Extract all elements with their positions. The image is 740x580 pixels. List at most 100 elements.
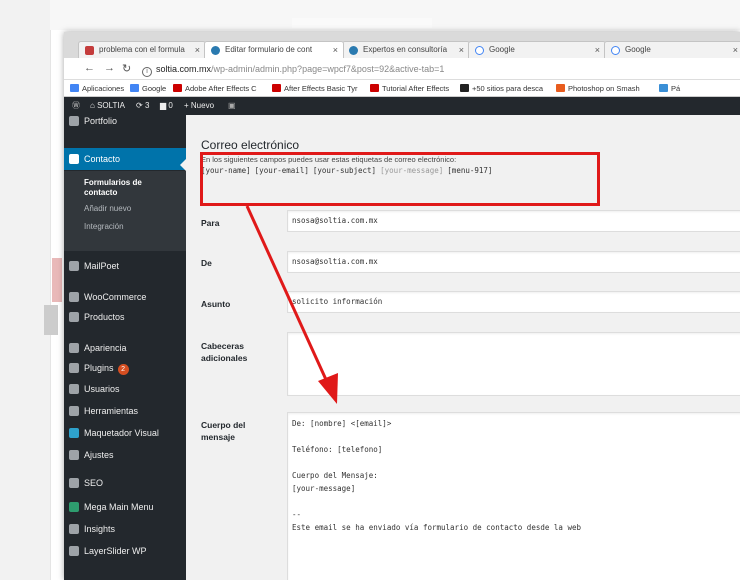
body-label: Cuerpo del mensaje	[201, 420, 246, 442]
sidebar-item-label: SEO	[84, 478, 104, 488]
headers-field[interactable]	[287, 332, 740, 396]
close-icon[interactable]: ×	[595, 42, 600, 58]
products-icon	[69, 312, 79, 322]
sidebar-item-insights[interactable]: Insights	[64, 518, 186, 540]
address-bar: ← → ↻ i soltia.com.mx/wp-admin/admin.php?…	[64, 58, 740, 80]
tab-label: Editar formulario de cont	[225, 45, 313, 54]
sidebar-item-maquetador-visual[interactable]: Maquetador Visual	[64, 422, 186, 444]
url-field[interactable]: i soltia.com.mx/wp-admin/admin.php?page=w…	[142, 61, 740, 77]
tab-google-1[interactable]: Google ×	[468, 41, 606, 58]
sidebar-item-productos[interactable]: Productos	[64, 306, 186, 328]
mailpoet-icon	[69, 261, 79, 271]
youtube-icon	[272, 84, 281, 92]
to-field[interactable]: nsosa@soltia.com.mx	[287, 210, 740, 232]
admin-bar-updates[interactable]: ⟳ 3	[136, 101, 149, 111]
sidebar-submenu-contacto: Formularios de contacto Añadir nuevo Int…	[64, 171, 186, 251]
sidebar-item-contacto[interactable]: Contacto	[64, 148, 186, 170]
to-label: Para	[201, 218, 220, 228]
sidebar-item-label: Plugins	[84, 363, 114, 373]
admin-bar-new[interactable]: + Nuevo	[184, 101, 214, 111]
portfolio-icon	[69, 116, 79, 126]
settings-icon	[69, 450, 79, 460]
google-icon	[611, 46, 620, 55]
new-label: Nuevo	[190, 101, 215, 110]
sidebar-item-herramientas[interactable]: Herramientas	[64, 400, 186, 422]
bookmark-photoshop[interactable]: Photoshop on Smash	[556, 83, 640, 94]
from-field[interactable]: nsosa@soltia.com.mx	[287, 251, 740, 273]
bookmark-50-sitios[interactable]: +50 sitios para desca	[460, 83, 543, 94]
tab-label: Google	[625, 45, 651, 54]
forward-icon[interactable]: →	[104, 62, 115, 74]
sidebar-item-label: Herramientas	[84, 406, 139, 416]
submenu-anadir-nuevo[interactable]: Añadir nuevo	[84, 204, 131, 214]
tab-label: problema con el formula	[99, 45, 185, 54]
sidebar-item-label: Ajustes	[84, 450, 114, 460]
sidebar-item-ajustes[interactable]: Ajustes	[64, 444, 186, 466]
background-panel	[44, 305, 58, 335]
tab-label: Expertos en consultoría	[363, 45, 448, 54]
submenu-formularios[interactable]: Formularios de contacto	[84, 178, 174, 198]
close-icon[interactable]: ×	[333, 42, 338, 58]
bookmarks-bar: Aplicaciones Google Adobe After Effects …	[64, 80, 740, 97]
tab-expertos[interactable]: Expertos en consultoría ×	[342, 41, 470, 58]
submenu-integracion[interactable]: Integración	[84, 222, 124, 232]
seo-icon	[69, 478, 79, 488]
sidebar-item-mailpoet[interactable]: MailPoet	[64, 255, 186, 277]
bookmark-label: Tutorial After Effects	[382, 84, 450, 93]
visual-composer-icon	[69, 428, 79, 438]
tab-problema[interactable]: problema con el formula ×	[78, 41, 206, 58]
layerslider-icon	[69, 546, 79, 556]
plugins-update-badge: 2	[117, 364, 129, 375]
sidebar-item-portfolio[interactable]: Portfolio	[64, 115, 186, 132]
admin-bar-site[interactable]: ⌂ SOLTIA	[90, 101, 125, 111]
reload-icon[interactable]: ↻	[122, 62, 131, 75]
divider	[50, 0, 51, 580]
bookmark-label: Aplicaciones	[82, 84, 125, 93]
wordpress-logo-icon[interactable]: Ⓦ	[72, 101, 80, 111]
sidebar-item-usuarios[interactable]: Usuarios	[64, 378, 186, 400]
screenshot: problema con el formula × Editar formula…	[0, 0, 740, 580]
sidebar-item-label: MailPoet	[84, 261, 120, 271]
close-icon[interactable]: ×	[733, 42, 738, 58]
site-icon	[460, 84, 469, 92]
wordpress-icon	[211, 46, 220, 55]
youtube-icon	[173, 84, 182, 92]
users-icon	[69, 384, 79, 394]
subject-field[interactable]: solicito información	[287, 291, 740, 313]
highlight-box	[200, 152, 600, 206]
tab-google-2[interactable]: Google ×	[604, 41, 740, 58]
bookmark-label: Adobe After Effects C	[185, 84, 257, 93]
updates-count: 3	[144, 101, 150, 110]
bookmark-aplicaciones[interactable]: Aplicaciones	[70, 83, 124, 94]
info-icon[interactable]: i	[142, 67, 152, 77]
comments-count: 0	[168, 101, 173, 110]
back-icon[interactable]: ←	[84, 62, 95, 74]
visual-composer-icon[interactable]: ▣	[228, 101, 236, 111]
sidebar-item-layerslider[interactable]: LayerSlider WP	[64, 540, 186, 562]
sidebar-item-label: Mega Main Menu	[84, 502, 154, 512]
bookmark-tutorial-after-effects[interactable]: Tutorial After Effects	[370, 83, 449, 94]
sidebar-item-mega-main-menu[interactable]: Mega Main Menu	[64, 496, 186, 518]
sidebar-item-seo[interactable]: SEO	[64, 472, 186, 494]
bookmark-google[interactable]: Google	[130, 83, 166, 94]
browser-window: problema con el formula × Editar formula…	[64, 32, 740, 580]
sidebar-item-woocommerce[interactable]: WooCommerce	[64, 286, 186, 308]
tab-editar-formulario[interactable]: Editar formulario de cont ×	[204, 41, 344, 58]
sidebar-item-apariencia[interactable]: Apariencia	[64, 337, 186, 359]
headers-label: Cabeceras adicionales	[201, 341, 248, 363]
bookmark-adobe-after-effects[interactable]: Adobe After Effects C	[173, 83, 257, 94]
close-icon[interactable]: ×	[195, 42, 200, 58]
url-domain: soltia.com.mx	[156, 64, 212, 74]
close-icon[interactable]: ×	[459, 42, 464, 58]
sidebar-item-plugins[interactable]: Plugins 2	[64, 357, 186, 379]
wordpress-icon	[349, 46, 358, 55]
message-body-field[interactable]: De: [nombre] <[email]> Teléfono: [telefo…	[287, 412, 740, 580]
updates-icon: ⟳	[136, 101, 145, 110]
bookmark-pa[interactable]: Pá	[659, 83, 680, 94]
body-line: [your-message]	[292, 484, 356, 493]
admin-bar-comments[interactable]: ▆ 0	[160, 101, 173, 111]
bookmark-after-effects-basic[interactable]: After Effects Basic Tyr	[272, 83, 358, 94]
sidebar-item-label: Maquetador Visual	[84, 428, 159, 438]
sidebar-item-label: Apariencia	[84, 343, 127, 353]
home-icon: ⌂	[90, 101, 98, 110]
